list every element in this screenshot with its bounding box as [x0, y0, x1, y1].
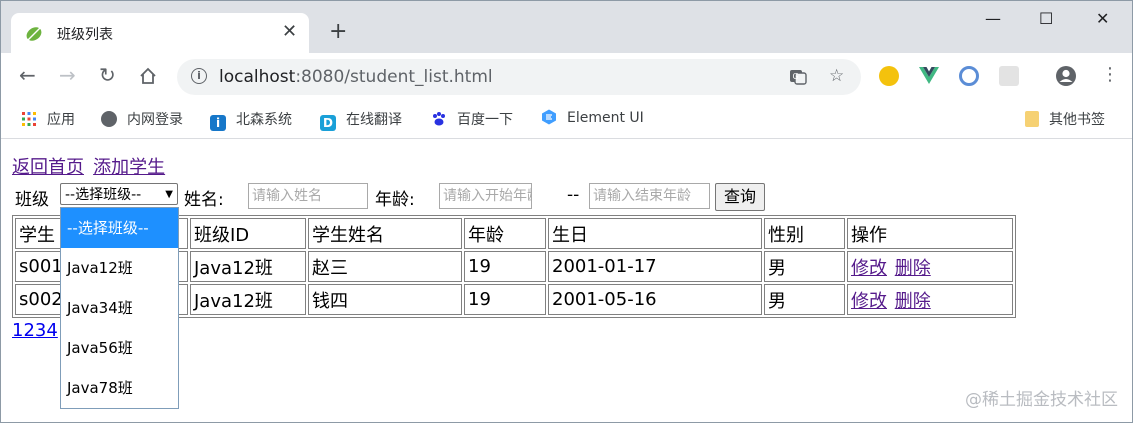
home-link[interactable]: 返回首页 — [12, 157, 84, 178]
reload-icon[interactable]: ↻ — [99, 65, 116, 85]
element-ui-icon — [542, 109, 556, 125]
menu-kebab-icon[interactable]: ⋮ — [1101, 65, 1119, 85]
cell-gender: 男 — [764, 251, 845, 282]
tab-title: 班级列表 — [57, 27, 113, 43]
translate-icon[interactable]: G — [789, 68, 807, 86]
cell-name: 赵三 — [308, 251, 462, 282]
back-icon[interactable]: ← — [19, 65, 36, 85]
class-select-value: --选择班级-- — [65, 187, 142, 203]
dropdown-option-java56[interactable]: Java56班 — [61, 328, 178, 368]
cell-birthday: 2001-05-16 — [548, 284, 762, 315]
age-end-input[interactable]: 请输入结束年龄 — [589, 183, 710, 209]
bookmark-star-icon[interactable]: ☆ — [829, 66, 844, 86]
forward-icon[interactable]: → — [59, 65, 76, 85]
cell-actions: 修改 删除 — [847, 284, 1013, 315]
header-actions: 操作 — [847, 218, 1013, 249]
edit-link[interactable]: 修改 — [851, 258, 887, 279]
info-icon[interactable]: i — [191, 68, 207, 84]
dropdown-option-java78[interactable]: Java78班 — [61, 368, 178, 408]
minimize-icon[interactable]: — — [985, 9, 1001, 28]
beisen-icon: i — [210, 115, 226, 131]
tab-strip: 班级列表 ✕ + — ☐ ✕ — [1, 1, 1132, 53]
cell-age: 19 — [464, 284, 546, 315]
class-label: 班级 — [15, 190, 49, 210]
vue-devtools-icon[interactable] — [919, 67, 939, 85]
address-bar[interactable]: i localhost:8080/student_list.html G ☆ — [177, 59, 861, 95]
bookmark-label: 内网登录 — [127, 112, 183, 128]
dropdown-option-java12[interactable]: Java12班 — [61, 248, 178, 288]
bookmark-beisen[interactable]: i 北森系统 — [210, 109, 292, 131]
header-age: 年龄 — [464, 218, 546, 249]
bookmark-label: 北森系统 — [236, 112, 292, 128]
home-icon[interactable] — [139, 67, 157, 85]
browser-window: 班级列表 ✕ + — ☐ ✕ ← → ↻ i localhost:8080/st… — [0, 0, 1133, 423]
url-text: localhost:8080/student_list.html — [219, 67, 493, 87]
folder-icon — [1025, 111, 1039, 127]
bookmark-label: 应用 — [47, 112, 75, 128]
name-input[interactable]: 请输入姓名 — [248, 183, 368, 209]
spring-leaf-icon — [26, 27, 42, 41]
maximize-icon[interactable]: ☐ — [1039, 9, 1053, 28]
new-tab-button[interactable]: + — [329, 21, 347, 43]
cell-age: 19 — [464, 251, 546, 282]
delete-link[interactable]: 删除 — [895, 258, 931, 279]
dropdown-option-java34[interactable]: Java34班 — [61, 288, 178, 328]
dropdown-option-placeholder[interactable]: --选择班级-- — [61, 208, 178, 248]
age-separator: -- — [567, 185, 580, 205]
name-label: 姓名: — [184, 190, 224, 210]
pagination-links[interactable]: 1234 — [12, 320, 58, 341]
header-name: 学生姓名 — [308, 218, 462, 249]
browser-tab[interactable]: 班级列表 ✕ — [11, 13, 309, 53]
extension-icon-3[interactable] — [959, 66, 979, 86]
cell-birthday: 2001-01-17 — [548, 251, 762, 282]
query-button[interactable]: 查询 — [715, 183, 765, 211]
bookmark-label: Element UI — [567, 110, 644, 126]
dropdown-arrow-icon: ▼ — [165, 189, 173, 200]
bookmarks-bar: 应用 内网登录 i 北森系统 D 在线翻译 百度一下 Element UI 其他书签 — [1, 101, 1132, 139]
header-birthday: 生日 — [548, 218, 762, 249]
header-class-id: 班级ID — [190, 218, 306, 249]
extension-icon-4[interactable] — [999, 66, 1019, 86]
bookmark-label: 在线翻译 — [346, 112, 402, 128]
bookmark-apps[interactable]: 应用 — [21, 109, 75, 129]
extension-icon-1[interactable] — [879, 66, 899, 86]
apps-grid-icon — [22, 112, 36, 126]
age-start-input[interactable]: 请输入开始年龄 — [439, 183, 532, 209]
top-links: 返回首页 添加学生 — [12, 153, 165, 179]
watermark: @稀土掘金技术社区 — [965, 390, 1118, 410]
baidu-paw-icon — [433, 112, 445, 126]
cell-class: Java12班 — [190, 251, 306, 282]
cell-class: Java12班 — [190, 284, 306, 315]
svg-text:G: G — [793, 72, 799, 81]
cell-actions: 修改 删除 — [847, 251, 1013, 282]
age-label: 年龄: — [375, 190, 415, 210]
bookmark-intranet[interactable]: 内网登录 — [101, 109, 183, 129]
bookmark-translate[interactable]: D 在线翻译 — [320, 109, 402, 131]
cell-name: 钱四 — [308, 284, 462, 315]
translate-d-icon: D — [320, 115, 336, 131]
bookmark-element-ui[interactable]: Element UI — [541, 109, 644, 126]
globe-icon — [101, 111, 117, 127]
edit-link[interactable]: 修改 — [851, 291, 887, 312]
cell-gender: 男 — [764, 284, 845, 315]
delete-link[interactable]: 删除 — [895, 291, 931, 312]
tab-close-icon[interactable]: ✕ — [282, 23, 297, 41]
header-gender: 性别 — [764, 218, 845, 249]
bookmark-baidu[interactable]: 百度一下 — [431, 109, 513, 129]
profile-avatar-icon[interactable] — [1055, 65, 1077, 87]
bookmark-label: 百度一下 — [457, 112, 513, 128]
other-bookmarks-label: 其他书签 — [1049, 112, 1105, 128]
add-student-link[interactable]: 添加学生 — [93, 157, 165, 178]
browser-toolbar: ← → ↻ i localhost:8080/student_list.html… — [1, 53, 1132, 101]
window-close-icon[interactable]: ✕ — [1096, 9, 1109, 28]
class-dropdown-menu: --选择班级-- Java12班 Java34班 Java56班 Java78班 — [60, 207, 179, 409]
class-select[interactable]: --选择班级-- ▼ — [60, 183, 178, 205]
other-bookmarks[interactable]: 其他书签 — [1025, 109, 1105, 129]
